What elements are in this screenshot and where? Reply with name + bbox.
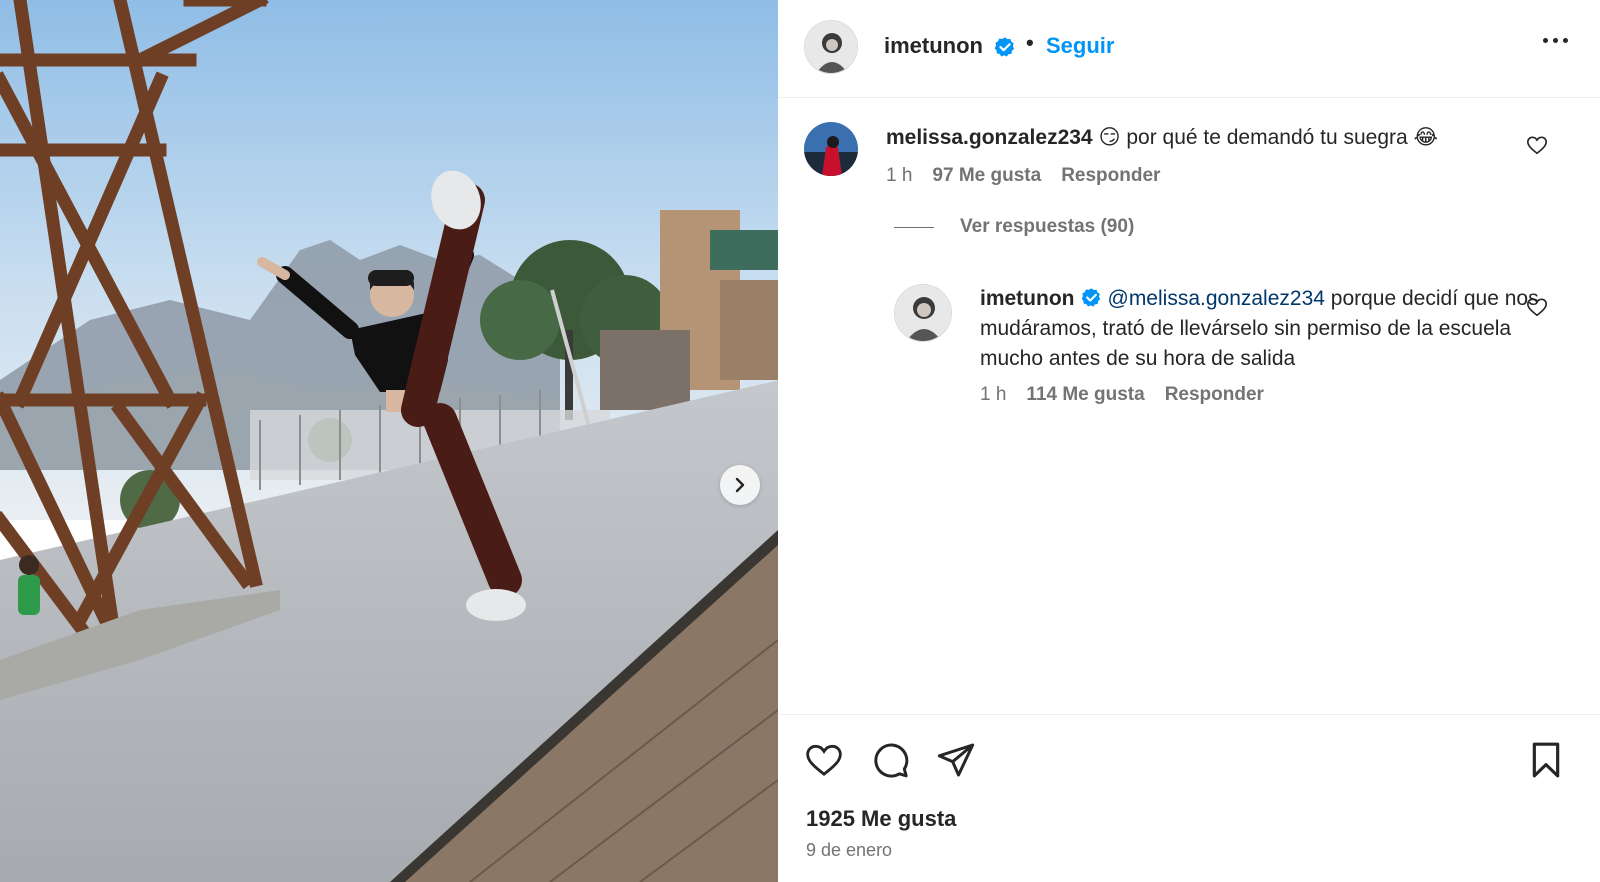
bookmark-icon — [1532, 742, 1560, 778]
post-date[interactable]: 9 de enero — [806, 840, 892, 861]
view-replies-button[interactable]: Ver respuestas (90) — [894, 216, 1134, 238]
reply-mention[interactable]: @melissa.gonzalez234 — [1108, 287, 1325, 310]
post-actions — [804, 740, 976, 785]
actions-divider — [778, 714, 1600, 715]
post-like-count[interactable]: 1925 Me gusta — [806, 806, 956, 832]
reply-button[interactable]: Responder — [1165, 384, 1264, 406]
verified-badge-icon — [1081, 288, 1100, 307]
post-header: imetunon • Seguir — [778, 0, 1600, 98]
share-button[interactable] — [936, 740, 976, 785]
replies-divider-line — [894, 226, 934, 228]
comment-body: 😏 por qué te demandó tu suegra 😂 — [1098, 126, 1439, 149]
more-options-button[interactable] — [1543, 38, 1568, 43]
author-username[interactable]: imetunon — [884, 33, 983, 59]
comment-icon — [874, 743, 909, 778]
more-horizontal-icon — [1543, 38, 1548, 43]
like-button[interactable] — [804, 740, 844, 785]
comment-button[interactable] — [870, 740, 910, 785]
reply-text: imetunon @melissa.gonzalez234 porque dec… — [980, 284, 1540, 374]
reply-like-heart-icon[interactable] — [1526, 296, 1548, 318]
comment-text: melissa.gonzalez234 😏 por qué te demandó … — [886, 123, 1526, 153]
follow-button[interactable]: Seguir — [1046, 33, 1114, 59]
heart-icon — [806, 744, 842, 776]
comment-likes[interactable]: 97 Me gusta — [932, 165, 1041, 187]
comment-author[interactable]: melissa.gonzalez234 — [886, 126, 1093, 149]
verified-badge-icon — [994, 37, 1015, 57]
save-button[interactable] — [1526, 740, 1566, 785]
next-media-button[interactable] — [720, 465, 760, 505]
chevron-right-icon — [735, 477, 745, 493]
header-separator: • — [1026, 30, 1034, 55]
commenter-avatar[interactable] — [804, 122, 858, 176]
comment-like-heart-icon[interactable] — [1526, 134, 1548, 156]
comment-time[interactable]: 1 h — [886, 165, 912, 187]
post-photo[interactable] — [0, 0, 778, 882]
reply-author[interactable]: imetunon — [980, 287, 1075, 310]
comment-meta: 1 h 97 Me gusta Responder — [886, 165, 1160, 187]
reply-author-avatar[interactable] — [894, 284, 952, 342]
view-replies-label: Ver respuestas (90) — [960, 216, 1135, 237]
reply-meta: 1 h 114 Me gusta Responder — [980, 384, 1264, 406]
reply-likes[interactable]: 114 Me gusta — [1026, 384, 1144, 406]
author-avatar[interactable] — [804, 20, 858, 74]
reply-time[interactable]: 1 h — [980, 384, 1006, 406]
reply-button[interactable]: Responder — [1061, 165, 1160, 187]
post-photo-illustration — [0, 0, 778, 882]
share-icon — [937, 743, 975, 777]
post-side-panel: imetunon • Seguir melissa.gonzalez234 😏 p… — [778, 0, 1600, 882]
